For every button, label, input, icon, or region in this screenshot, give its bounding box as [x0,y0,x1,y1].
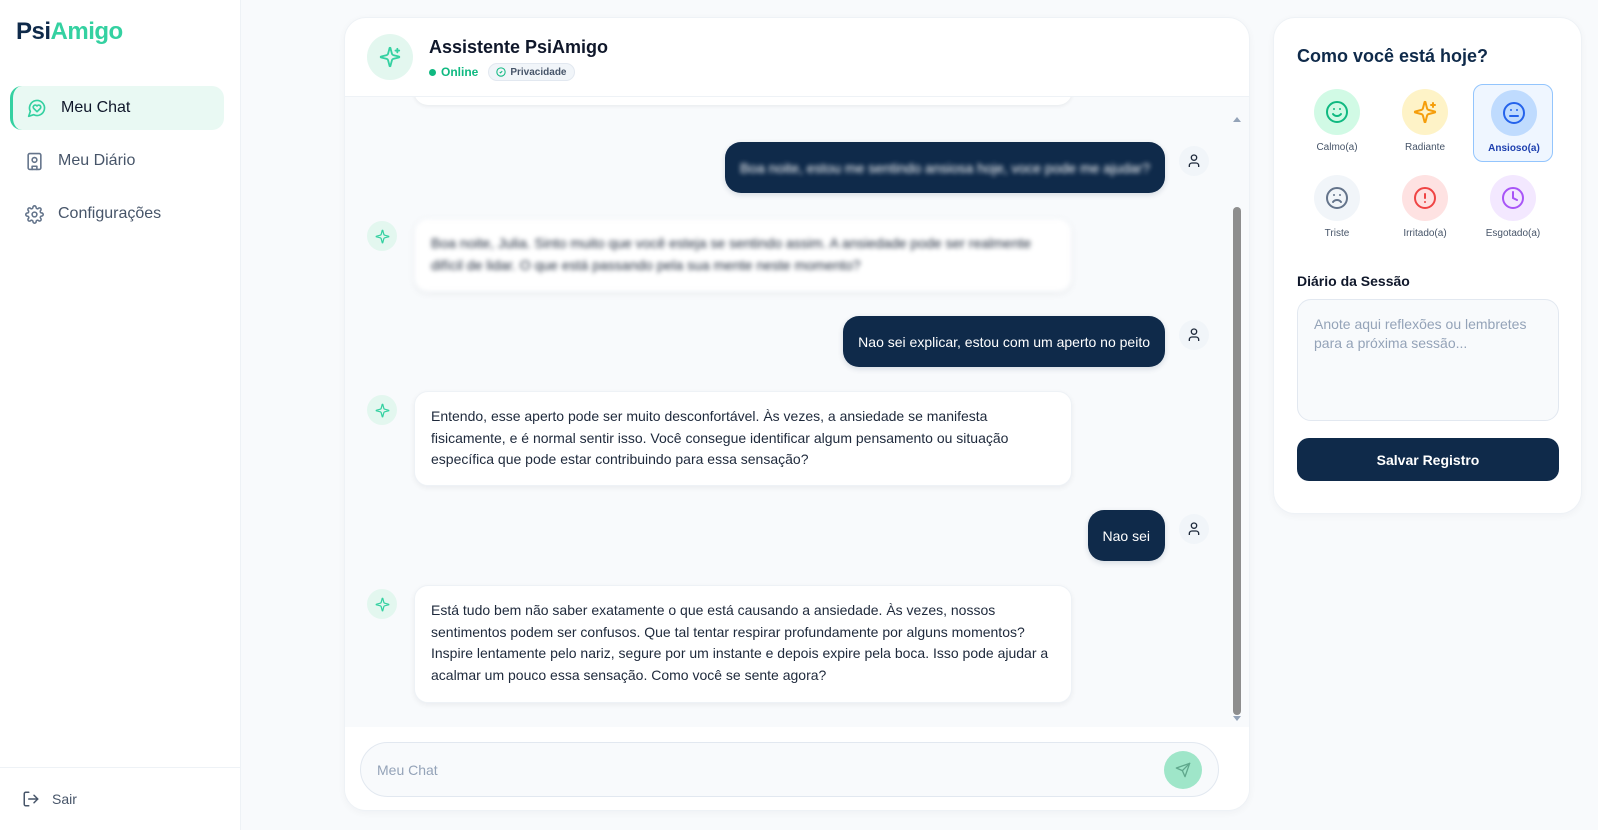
mood-option-ansioso[interactable]: Ansioso(a) [1473,84,1553,162]
assistant-avatar [367,34,413,80]
user-avatar [1179,514,1209,544]
sidebar: PsiAmigo Meu Chat Meu Diário Configuraçõ… [0,0,241,830]
sparkles-icon [375,229,389,243]
sparkles-icon [375,403,389,417]
neutral-face-icon [1491,90,1537,136]
clock-icon [1490,175,1536,221]
alert-circle-icon [1402,175,1448,221]
mood-label: Esgotado(a) [1485,228,1541,239]
user-avatar [1179,320,1209,350]
sidebar-item-meu-chat[interactable]: Meu Chat [10,86,224,130]
user-message-text: Nao sei [1102,527,1150,544]
save-record-button[interactable]: Salvar Registro [1297,438,1559,481]
chat-panel: Assistente PsiAmigo Online Privacidade B… [344,17,1250,811]
chat-header: Assistente PsiAmigo Online Privacidade [345,18,1249,97]
scroll-thumb[interactable] [1233,207,1241,715]
sparkles-icon [375,597,389,611]
user-message-text: Nao sei explicar, estou com um aperto no… [858,333,1150,350]
logout-label: Sair [52,791,77,807]
online-indicator [429,68,436,76]
composer [345,727,1249,810]
journal-icon [24,151,44,171]
mood-option-calmo[interactable]: Calmo(a) [1297,84,1377,162]
mood-option-radiante[interactable]: Radiante [1385,84,1465,162]
sad-face-icon [1314,175,1360,221]
assistant-message: Boa noite, Julia. Sinto muito que você e… [414,218,1072,292]
sidebar-item-label: Meu Chat [61,99,131,116]
mood-label: Irritado(a) [1403,228,1447,239]
logout-icon [22,790,40,808]
message-list[interactable]: Boa noite, estou me sentindo ansiosa hoj… [345,97,1249,727]
privacy-badge[interactable]: Privacidade [488,63,575,81]
privacy-shield-icon [496,67,507,77]
sidebar-item-label: Configurações [58,205,162,222]
assistant-avatar-small [367,589,397,619]
send-icon [1175,762,1191,778]
message-input[interactable] [360,742,1219,797]
logo-text-amigo: Amigo [50,18,124,45]
mood-option-irritado[interactable]: Irritado(a) [1385,170,1465,248]
mood-option-esgotado[interactable]: Esgotado(a) [1473,170,1553,248]
mood-label: Ansioso(a) [1488,143,1540,154]
mood-label: Radiante [1404,142,1446,153]
scroll-up-arrow[interactable] [1233,117,1241,122]
sparkles-icon [379,46,401,68]
assistant-message-text: Entendo, esse aperto pode ser muito desc… [431,408,1009,468]
scroll-down-arrow[interactable] [1233,716,1241,721]
sparkles-icon [1402,89,1448,135]
previous-message-fragment [414,97,1072,105]
status-row: Online Privacidade [429,63,575,81]
logout-button[interactable]: Sair [22,790,77,808]
privacy-label: Privacidade [510,66,567,78]
send-button[interactable] [1164,751,1202,789]
sidebar-item-label: Meu Diário [58,152,136,169]
sidebar-footer: Sair [0,767,240,830]
assistant-avatar-small [367,395,397,425]
user-message: Nao sei [1087,510,1165,561]
mood-grid: Calmo(a) Radiante Ansioso(a) Triste Irri [1297,84,1561,254]
app-logo[interactable]: PsiAmigo [16,18,123,46]
gear-icon [24,204,44,224]
mood-label: Triste [1324,228,1350,239]
user-message: Nao sei explicar, estou com um aperto no… [843,316,1165,367]
assistant-message: Entendo, esse aperto pode ser muito desc… [414,391,1072,486]
user-icon [1188,522,1200,535]
chat-heart-icon [27,98,47,118]
chat-title: Assistente PsiAmigo [429,37,609,57]
mood-title: Como você está hoje? [1297,46,1489,66]
mood-panel: Como você está hoje? Calmo(a) Radiante A… [1273,17,1582,514]
mood-option-triste[interactable]: Triste [1297,170,1377,248]
user-message-text: Boa noite, estou me sentindo ansiosa hoj… [739,159,1150,176]
sidebar-item-meu-diario[interactable]: Meu Diário [10,139,224,183]
user-message: Boa noite, estou me sentindo ansiosa hoj… [724,142,1165,193]
smile-icon [1314,89,1360,135]
assistant-avatar-small [367,221,397,251]
sidebar-item-configuracoes[interactable]: Configurações [10,192,224,236]
assistant-message-text: Está tudo bem não saber exatamente o que… [431,602,1049,684]
user-icon [1188,154,1200,167]
diary-textarea[interactable] [1297,299,1559,421]
assistant-message-text: Boa noite, Julia. Sinto muito que você e… [431,235,1032,273]
logo-text-psi: Psi [16,18,51,45]
user-avatar [1179,146,1209,176]
mood-label: Calmo(a) [1316,142,1358,153]
message-scrollbar[interactable] [1233,117,1241,721]
user-icon [1188,328,1200,341]
online-status: Online [441,65,479,79]
assistant-message: Está tudo bem não saber exatamente o que… [414,585,1072,703]
diary-label: Diário da Sessão [1297,273,1410,289]
